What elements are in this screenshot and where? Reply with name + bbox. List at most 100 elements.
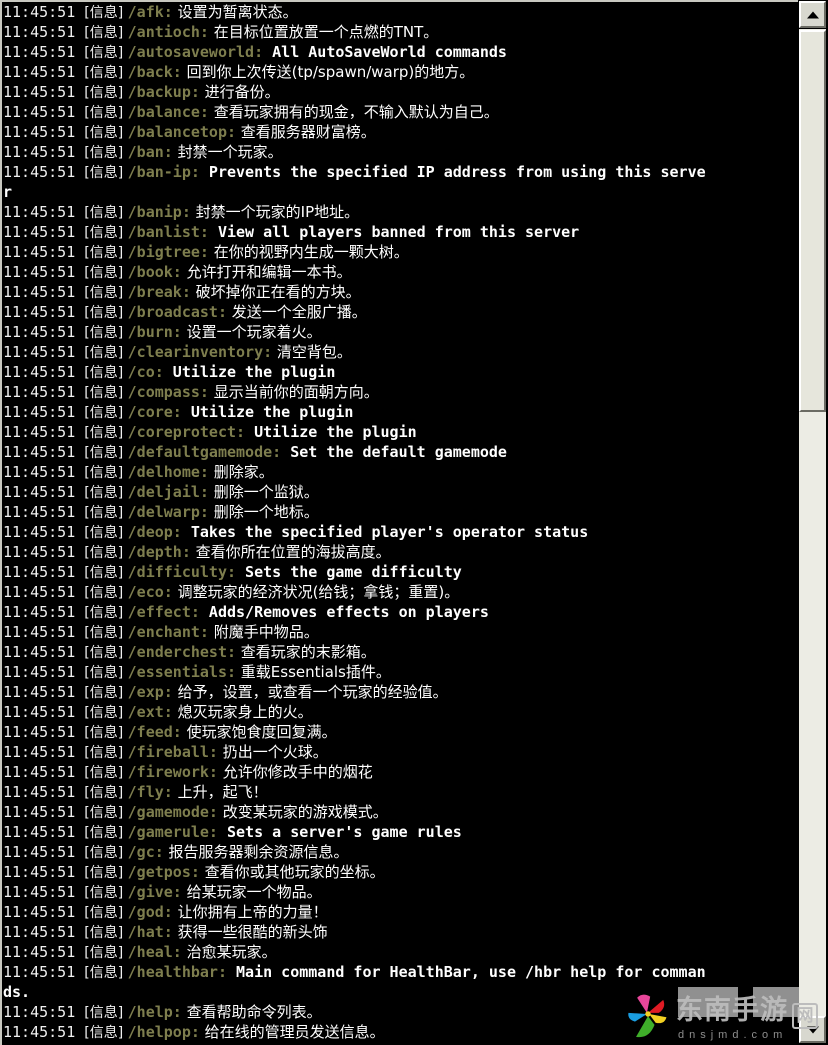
log-level: [信息]: [84, 225, 128, 241]
log-line: 11:45:51 [信息] /help: 查看帮助命令列表。: [3, 1002, 798, 1022]
log-command-description: 查看玩家的末影箱。: [236, 643, 376, 661]
log-line: 11:45:51 [信息] /firework: 允许你修改手中的烟花: [3, 762, 798, 782]
log-line-continuation: r: [3, 183, 13, 201]
log-command-name: /clearinventory:: [127, 343, 273, 361]
log-level: [信息]: [84, 405, 128, 421]
log-command-description: 允许你修改手中的烟花: [217, 763, 373, 781]
log-command-name: /firework:: [127, 763, 218, 781]
log-command-description: 删除一个地标。: [208, 503, 319, 521]
log-command-name: /exp:: [127, 683, 173, 701]
log-level: [信息]: [84, 345, 128, 361]
log-timestamp: 11:45:51: [3, 1023, 85, 1041]
log-command-description: Adds/Removes effects on players: [199, 603, 489, 621]
log-command-description: 查看服务器财富榜。: [236, 123, 376, 141]
log-command-description: 扔出一个火球。: [217, 743, 328, 761]
log-line: 11:45:51 [信息] /eco: 调整玩家的经济状况(给钱；拿钱；重置)。: [3, 582, 798, 602]
log-line: 11:45:51 [信息] /hat: 获得一些很酷的新头饰: [3, 922, 798, 942]
log-command-name: /enderchest:: [127, 643, 237, 661]
scroll-down-button[interactable]: [799, 1016, 826, 1043]
log-command-name: /healthbar:: [127, 963, 227, 981]
log-command-description: 上升，起飞！: [172, 783, 268, 801]
log-level: [信息]: [84, 825, 128, 841]
log-line: 11:45:51 [信息] /balance: 查看玩家拥有的现金，不输入默认为…: [3, 102, 798, 122]
log-line: 11:45:51 [信息] /gc: 报告服务器剩余资源信息。: [3, 842, 798, 862]
scroll-up-button[interactable]: [799, 1, 826, 28]
log-timestamp: 11:45:51: [3, 743, 85, 761]
log-timestamp: 11:45:51: [3, 963, 85, 981]
log-command-description: 治愈某玩家。: [181, 943, 277, 961]
log-command-description: 熄灭玩家身上的火。: [172, 703, 313, 721]
log-timestamp: 11:45:51: [3, 283, 85, 301]
log-command-name: /feed:: [127, 723, 182, 741]
log-command-name: /gc:: [127, 843, 164, 861]
log-command-description: 查看玩家拥有的现金，不输入默认为自己。: [208, 103, 499, 121]
log-command-name: /deop:: [127, 523, 182, 541]
log-line: 11:45:51 [信息] /clearinventory: 清空背包。: [3, 342, 798, 362]
log-timestamp: 11:45:51: [3, 303, 85, 321]
log-timestamp: 11:45:51: [3, 883, 85, 901]
log-timestamp: 11:45:51: [3, 843, 85, 861]
log-level: [信息]: [84, 85, 128, 101]
log-line: 11:45:51 [信息] /book: 允许打开和编辑一本书。: [3, 262, 798, 282]
log-command-description: 回到你上次传送(tp/spawn/warp)的地方。: [181, 63, 475, 81]
log-command-name: /ext:: [127, 703, 173, 721]
log-command-name: /gamerule:: [127, 823, 218, 841]
log-timestamp: 11:45:51: [3, 363, 85, 381]
log-command-name: /ban-ip:: [127, 163, 200, 181]
log-level: [信息]: [84, 525, 128, 541]
log-level: [信息]: [84, 545, 128, 561]
log-timestamp: 11:45:51: [3, 83, 85, 101]
log-level: [信息]: [84, 5, 128, 21]
log-timestamp: 11:45:51: [3, 323, 85, 341]
log-level: [信息]: [84, 425, 128, 441]
log-line: 11:45:51 [信息] /gamerule: Sets a server's…: [3, 822, 798, 842]
log-timestamp: 11:45:51: [3, 43, 85, 61]
scroll-thumb[interactable]: [799, 30, 826, 412]
log-command-description: Sets the game difficulty: [236, 563, 462, 581]
log-level: [信息]: [84, 485, 128, 501]
log-level: [信息]: [84, 105, 128, 121]
log-command-description: Sets a server's game rules: [217, 823, 462, 841]
log-timestamp: 11:45:51: [3, 203, 85, 221]
log-line: 11:45:51 [信息] /give: 给某玩家一个物品。: [3, 882, 798, 902]
log-command-name: /broadcast:: [127, 303, 227, 321]
log-command-name: /break:: [127, 283, 191, 301]
log-command-description: 删除家。: [208, 463, 274, 481]
log-command-name: /helpop:: [127, 1023, 200, 1041]
log-command-description: Utilize the plugin: [245, 423, 417, 441]
log-command-description: All AutoSaveWorld commands: [263, 43, 507, 61]
log-line-continuation: ds.: [3, 983, 31, 1001]
log-command-name: /give:: [127, 883, 182, 901]
log-command-description: 使玩家饱食度回复满。: [181, 723, 337, 741]
log-command-name: /delwarp:: [127, 503, 209, 521]
log-level: [信息]: [84, 865, 128, 881]
log-command-description: 破坏掉你正在看的方块。: [190, 283, 361, 301]
log-line: 11:45:51 [信息] /banip: 封禁一个玩家的IP地址。: [3, 202, 798, 222]
vertical-scrollbar[interactable]: [798, 0, 828, 1045]
log-timestamp: 11:45:51: [3, 503, 85, 521]
console-window: 11:45:51 [信息] /afk: 设置为暂离状态。 11:45:51 [信息…: [0, 0, 828, 1045]
log-command-name: /delhome:: [127, 463, 209, 481]
log-command-name: /fly:: [127, 783, 173, 801]
log-timestamp: 11:45:51: [3, 923, 85, 941]
chevron-up-icon: [806, 11, 819, 18]
log-line: 11:45:51 [信息] /difficulty: Sets the game…: [3, 562, 798, 582]
log-timestamp: 11:45:51: [3, 823, 85, 841]
log-level: [信息]: [84, 325, 128, 341]
log-command-description: 进行备份。: [199, 83, 280, 101]
log-command-description: 查看你或其他玩家的坐标。: [199, 863, 385, 881]
log-command-description: Prevents the specified IP address from u…: [199, 163, 706, 181]
log-level: [信息]: [84, 1025, 128, 1041]
console-log-area[interactable]: 11:45:51 [信息] /afk: 设置为暂离状态。 11:45:51 [信息…: [2, 2, 798, 1045]
log-command-name: /autosaveworld:: [127, 43, 264, 61]
log-command-description: 给某玩家一个物品。: [181, 883, 322, 901]
log-level: [信息]: [84, 45, 128, 61]
log-command-description: 调整玩家的经济状况(给钱；拿钱；重置)。: [172, 583, 460, 601]
log-timestamp: 11:45:51: [3, 23, 85, 41]
log-line: 11:45:51 [信息] /compass: 显示当前你的面朝方向。: [3, 382, 798, 402]
log-command-description: 在目标位置放置一个点燃的TNT。: [208, 23, 439, 41]
log-timestamp: 11:45:51: [3, 543, 85, 561]
log-line: 11:45:51 [信息] /essentials: 重载Essentials插…: [3, 662, 798, 682]
log-command-name: /balancetop:: [127, 123, 237, 141]
log-command-name: /antioch:: [127, 23, 209, 41]
